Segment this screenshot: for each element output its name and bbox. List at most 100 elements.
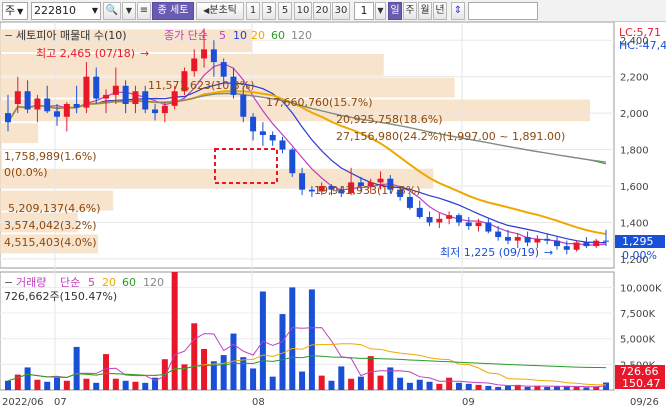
period-label: 3 bbox=[265, 5, 273, 16]
ma60-legend: 60 bbox=[271, 29, 285, 42]
candle-body bbox=[495, 231, 502, 238]
candle-body bbox=[553, 240, 560, 247]
price-tick-label: 1,600 bbox=[620, 182, 649, 193]
period-tab-week[interactable]: 주 bbox=[403, 2, 417, 20]
profile-label: 19,943,933(17.8%) bbox=[314, 184, 421, 197]
volume-bar bbox=[250, 368, 257, 390]
candle-body bbox=[603, 240, 609, 242]
period-tab-day[interactable]: 일 bbox=[388, 2, 402, 20]
price-tick-label: 1,800 bbox=[620, 146, 649, 157]
profile-label: 3,574,042(3.2%) bbox=[4, 219, 97, 232]
period-button-20[interactable]: 20 bbox=[313, 2, 331, 20]
search-button[interactable]: 🔍 bbox=[103, 2, 121, 20]
stock-name-label: 종 세토 bbox=[157, 5, 189, 16]
volume-ma120-legend: 120 bbox=[143, 276, 164, 289]
candle-body bbox=[377, 178, 384, 183]
volume-bar bbox=[406, 382, 413, 390]
volume-bar bbox=[122, 380, 129, 390]
volume-bar bbox=[377, 375, 384, 390]
candle-body bbox=[220, 62, 227, 77]
volume-bar bbox=[504, 385, 511, 390]
stock-code-input[interactable]: 222810 ▼ bbox=[31, 2, 101, 20]
period-button-3[interactable]: 3 bbox=[262, 2, 276, 20]
volume-bar bbox=[367, 356, 374, 390]
search-icon: 🔍 bbox=[105, 5, 119, 16]
period-tab-month[interactable]: 월 bbox=[418, 2, 432, 20]
interval-value: 1 bbox=[360, 4, 368, 17]
x-axis-label: 09 bbox=[462, 397, 475, 408]
volume-bar bbox=[328, 380, 335, 390]
period-button-5[interactable]: 5 bbox=[278, 2, 292, 20]
period-button-10[interactable]: 10 bbox=[294, 2, 312, 20]
volume-bar bbox=[63, 380, 70, 390]
legend-collapse-icon[interactable]: − bbox=[4, 29, 13, 42]
volume-bar bbox=[220, 355, 227, 390]
candle-body bbox=[14, 91, 21, 104]
period-tab-year[interactable]: 년 bbox=[433, 2, 447, 20]
candle-body bbox=[406, 196, 413, 208]
candle-body bbox=[465, 222, 472, 227]
candle-body bbox=[24, 91, 31, 110]
volume-bar bbox=[132, 381, 139, 390]
volume-bar bbox=[495, 386, 502, 390]
low-price-label: 최저 1,225 (09/19) bbox=[440, 246, 539, 259]
volume-bar bbox=[240, 357, 247, 390]
high-price-label: 최고 2,465 (07/18) bbox=[36, 47, 135, 60]
volume-bar bbox=[112, 378, 119, 390]
candle-body bbox=[44, 98, 51, 112]
candle-body bbox=[573, 242, 580, 250]
stock-chart[interactable]: 2,4002,2002,0001,8001,6001,4001,20010,00… bbox=[0, 22, 666, 413]
volume-bar bbox=[583, 387, 590, 390]
period-label: 5 bbox=[281, 5, 289, 16]
candle-body bbox=[544, 238, 551, 241]
period-button-1[interactable]: 1 bbox=[246, 2, 260, 20]
period-tab-label: 년 bbox=[435, 5, 445, 16]
volume-bar bbox=[446, 377, 453, 390]
menu-select[interactable]: 주 ▼ bbox=[2, 2, 28, 20]
volume-bar bbox=[357, 376, 364, 390]
volume-tick-label: 10,000K bbox=[620, 283, 662, 294]
volume-bar bbox=[299, 371, 306, 390]
sort-button[interactable]: ⇕ bbox=[451, 2, 465, 20]
price-tick-label: 2,000 bbox=[620, 109, 649, 120]
candle-body bbox=[416, 207, 423, 217]
volume-bar bbox=[34, 379, 41, 390]
stack-button[interactable]: ≡ bbox=[137, 2, 151, 20]
menu-select-label: 주 bbox=[5, 4, 16, 17]
candle-body bbox=[112, 85, 119, 95]
x-axis-label: 2022/06 bbox=[2, 397, 44, 408]
chart-area: 2,400 2,200 2,000 1,800 1,600 1,400 1,200 10,00… bbox=[0, 22, 666, 413]
candle-body bbox=[583, 242, 590, 247]
candle-body bbox=[475, 222, 482, 227]
volume-bar bbox=[593, 386, 600, 390]
profile-label: 5,209,137(4.6%) bbox=[8, 202, 101, 215]
interval-tab[interactable]: ◀분초틱 bbox=[196, 2, 244, 20]
candle-body bbox=[504, 237, 511, 241]
period-label: 1 bbox=[249, 5, 257, 16]
volume-bar bbox=[426, 381, 433, 390]
search-dropdown-button[interactable]: ▼ bbox=[122, 2, 136, 20]
volume-bar bbox=[573, 386, 580, 390]
candle-body bbox=[54, 111, 61, 117]
volume-legend-collapse-icon[interactable]: − bbox=[4, 276, 13, 289]
stock-name-tab[interactable]: 종 세토 bbox=[152, 2, 194, 20]
x-axis-label: 08 bbox=[252, 397, 265, 408]
candle-body bbox=[83, 76, 90, 108]
interval-input[interactable]: 1 bbox=[354, 2, 374, 20]
volume-bar bbox=[553, 386, 560, 390]
period-label: 20 bbox=[315, 5, 329, 16]
ma5-legend: 5 bbox=[219, 29, 226, 42]
period-tab-label: 주 bbox=[405, 5, 415, 16]
period-label: 30 bbox=[334, 5, 348, 16]
period-tab-label: 월 bbox=[420, 5, 430, 16]
profile-label: 20,925,758(18.6%) bbox=[336, 113, 443, 126]
candle-body bbox=[240, 94, 247, 117]
period-button-30[interactable]: 30 bbox=[332, 2, 350, 20]
up-down-arrow-icon: ⇕ bbox=[453, 5, 463, 16]
volume-bar bbox=[54, 377, 61, 390]
candle-body bbox=[269, 134, 276, 141]
volume-bar bbox=[289, 287, 296, 390]
volume-tick-label: 7,500K bbox=[620, 309, 656, 320]
toolbar-extra-input[interactable] bbox=[468, 2, 538, 20]
interval-dropdown-button[interactable]: ▼ bbox=[375, 2, 386, 20]
